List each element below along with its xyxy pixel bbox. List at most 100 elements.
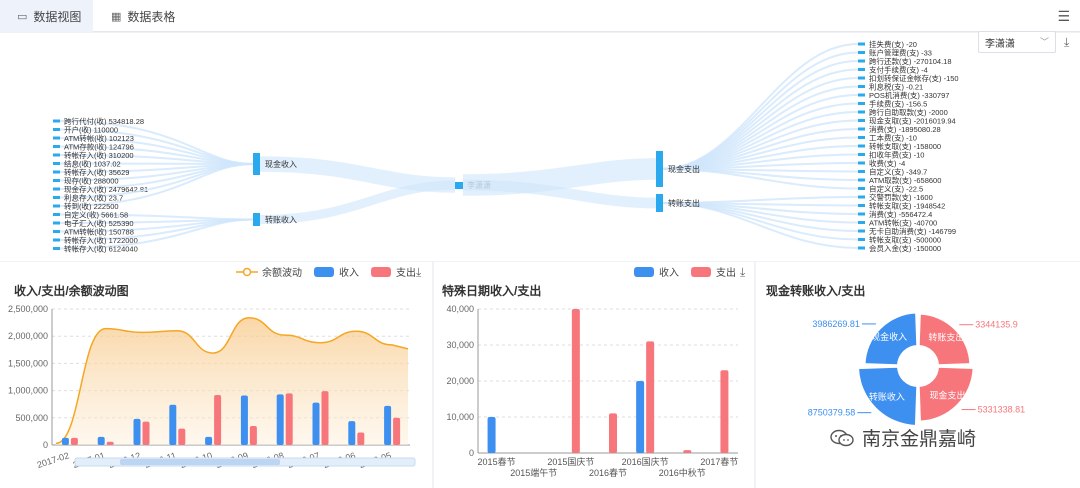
tab-data-view[interactable]: ▭ 数据视图 [0, 0, 93, 32]
sankey-target-node [858, 68, 865, 71]
sankey-group-label: 转账收入 [265, 215, 297, 225]
sankey-target-label: 跨行还款(支) -270104.18 [869, 56, 952, 66]
y-tick-label: 500,000 [15, 413, 48, 423]
sankey-target-label: 扣收年费(支) -10 [869, 149, 924, 159]
tab-data-table[interactable]: ▦ 数据表格 [93, 0, 193, 32]
sankey-group-node [656, 194, 663, 212]
x-tick-label: 2017-02 [36, 450, 71, 470]
sankey-flow [661, 202, 859, 249]
sankey-target-node [858, 119, 865, 122]
income-bar [312, 402, 320, 445]
sankey-source-label: 结息(收) 1037.02 [64, 158, 121, 168]
wechat-logo-icon [830, 429, 854, 446]
y-tick-label: 20,000 [446, 376, 474, 386]
chevron-down-icon: ﹀ [1039, 37, 1049, 47]
expense-bar [571, 309, 580, 453]
x-tick-label: 2017春节 [700, 456, 738, 467]
sankey-group-label: 现金支出 [668, 164, 700, 174]
sankey-target-label: 转帐支取(支) -500000 [869, 234, 941, 244]
sankey-target-node [858, 102, 865, 105]
view-tabbar: ▭ 数据视图 ▦ 数据表格 ☰ [0, 0, 1080, 32]
sankey-panel: 李潇潇 跨行代付(收) 534818.28 开户(收) 110000 ATM转帐(收)… [0, 33, 1080, 261]
sankey-flow [661, 102, 859, 170]
y-tick-label: 40,000 [446, 304, 474, 314]
sankey-source-label: 开户(收) 110000 [64, 124, 118, 134]
sankey-target-node [858, 153, 865, 156]
y-tick-label: 2,500,000 [8, 304, 48, 314]
sankey-source-label: 转帐存入(收) 6124040 [64, 243, 138, 253]
sankey-target-label: 扣划转保证金帐存(支) -150 [869, 73, 959, 83]
expense-bar [720, 370, 729, 453]
pie-value-label: 3344135.9 [975, 320, 1018, 330]
income-bar [240, 395, 248, 445]
sankey-target-node [858, 238, 865, 241]
sankey-target-node [858, 221, 865, 224]
tab-label: 数据视图 [33, 9, 82, 24]
sankey-source-node [53, 213, 60, 216]
x-tick-label: 2015端午节 [510, 467, 557, 478]
sankey-target-label: 工本费(支) -10 [869, 132, 917, 142]
sankey-source-label: 电子汇入(收) 525390 [64, 218, 134, 228]
sankey-target-node [858, 195, 865, 199]
special-dates-chart: 010,00020,00030,00040,0002015春节2015端午节20… [446, 304, 738, 478]
x-tick-label: 2016中秋节 [659, 467, 706, 478]
sankey-target-node [858, 178, 865, 182]
tab-label: 数据表格 [127, 9, 176, 24]
sankey-source-label: 现存(收) 288000 [64, 175, 119, 185]
sankey-target-node [858, 76, 865, 80]
sankey-target-label: 自定义(支) -22.5 [869, 183, 923, 193]
sankey-target-label: 无卡自助消费(支) -146799 [869, 226, 956, 236]
y-tick-label: 2,000,000 [8, 331, 48, 341]
sankey-source-label: 转帐存入(收) 310200 [64, 150, 134, 160]
sankey-target-label: 现金支取(支) -2016019.94 [869, 115, 956, 125]
expense-bar [285, 393, 293, 445]
sankey-source-node [53, 204, 60, 208]
pie-slice-label: 转账收入 [869, 391, 905, 402]
sankey-target-node [858, 204, 865, 207]
y-tick-label: 30,000 [446, 340, 474, 350]
expense-bar [357, 432, 365, 445]
download-icon[interactable]: ⤓ [1064, 35, 1069, 50]
list-menu-icon[interactable]: ☰ [1057, 8, 1070, 25]
person-select[interactable]: 李潇潇 ﹀ [978, 31, 1056, 53]
sankey-target-label: 利息税(支) -0.21 [869, 81, 923, 91]
sankey-group-label: 现金收入 [265, 159, 297, 169]
pie-value-label: 5331338.81 [978, 405, 1026, 415]
income-bar [348, 421, 356, 445]
income-bar [61, 437, 69, 445]
sankey-source-node [53, 179, 60, 182]
grid-table-icon: ▦ [111, 10, 122, 23]
expense-bar [683, 450, 692, 453]
income-bar [276, 394, 284, 445]
zoom-handle [120, 459, 280, 465]
pie-value-label: 8750379.58 [808, 408, 856, 418]
sankey-target-node [858, 110, 865, 114]
sankey-source-node [53, 136, 60, 140]
sankey-target-label: 收费(支) -4 [869, 158, 905, 168]
sankey-source-node [53, 145, 60, 148]
cash-transfer-pie-panel: 现金转账收入/支出 转账支出 3344135.9 现金支出 5331338.81 转账收… [756, 262, 1080, 488]
sankey-source-node [53, 128, 60, 131]
sankey-target-node [858, 144, 865, 148]
x-tick-label: 2015国庆节 [547, 456, 594, 467]
special-dates-chart-panel: 特殊日期收入/支出 收入 支出 ⤓ 0 10,000 20,000 30,000 40,… [434, 262, 754, 488]
sankey-target-label: 挂失费(支) -20 [869, 39, 917, 49]
sankey-source-node [53, 230, 60, 233]
income-bar [384, 405, 392, 445]
sankey-target-label: 账户管理费(支) -33 [869, 47, 932, 57]
sankey-target-label: 自定义(支) -349.7 [869, 166, 927, 176]
expense-bar [178, 428, 186, 445]
sankey-source-node [53, 153, 60, 157]
sankey-target-label: 消费(支) -1895080.28 [869, 124, 941, 134]
sankey-target-label: 转帐支取(支) -1948542 [869, 200, 945, 210]
sankey-group-node [656, 151, 663, 187]
sankey-target-node [858, 127, 865, 131]
chart-view-icon: ▭ [17, 10, 28, 23]
watermark-text: 南京金鼎嘉崎 [862, 429, 977, 450]
income-bar [133, 418, 141, 445]
sankey-target-node [858, 229, 865, 233]
balance-chart-panel: 收入/支出/余额波动图 余额波动 收入 支出 ⤓ 0 500,000 1,000,0… [0, 262, 432, 488]
sankey-source-node [53, 238, 60, 242]
sankey-source-node [53, 247, 60, 250]
sankey-target-node [858, 170, 865, 173]
